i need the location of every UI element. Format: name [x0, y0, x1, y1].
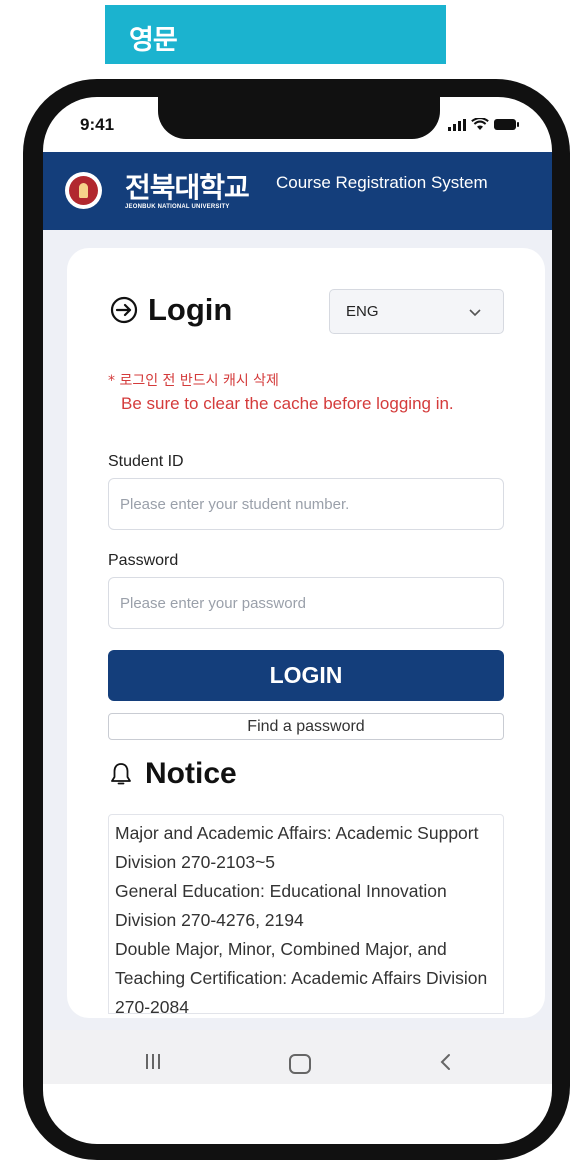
university-logo: [65, 172, 102, 209]
password-field[interactable]: [108, 577, 504, 629]
status-time: 9:41: [80, 115, 115, 134]
notice-line: Major and Academic Affairs: Academic Sup…: [115, 823, 479, 872]
login-heading: Login: [108, 292, 232, 328]
chevron-down-icon: [469, 309, 481, 317]
student-id-label: Student ID: [108, 453, 184, 470]
language-select-value: ENG: [346, 303, 379, 320]
signal-icon: [448, 118, 466, 131]
back-icon[interactable]: [438, 1051, 452, 1073]
password-label: Password: [108, 552, 179, 569]
system-title: Course Registration System: [276, 173, 488, 192]
status-icons: [448, 118, 519, 131]
student-id-field[interactable]: [108, 478, 504, 530]
battery-icon: [494, 119, 519, 130]
phone-notch: [158, 96, 440, 139]
recent-apps-icon[interactable]: [146, 1054, 160, 1069]
notice-title: Notice: [145, 757, 237, 790]
university-name-en: JEONBUK NATIONAL UNIVERSITY: [125, 204, 230, 210]
find-password-button[interactable]: Find a password: [108, 713, 504, 740]
password-input[interactable]: [109, 578, 503, 628]
login-title: Login: [148, 292, 233, 327]
app-header: 전북대학교 JEONBUK NATIONAL UNIVERSITY Course…: [43, 152, 552, 230]
wifi-icon: [471, 118, 489, 130]
language-label-banner: 영문: [105, 5, 446, 64]
notice-line: Double Major, Minor, Combined Major, and…: [115, 939, 488, 1014]
university-name: 전북대학교: [125, 171, 250, 204]
cache-warning-ko: * 로그인 전 반드시 캐시 삭제: [108, 373, 279, 389]
arrow-in-circle-icon: [110, 296, 138, 324]
language-label-text: 영문: [129, 25, 178, 56]
notice-box: Major and Academic Affairs: Academic Sup…: [108, 814, 504, 1014]
student-id-input[interactable]: [109, 479, 503, 529]
notice-line: General Education: Educational Innovatio…: [115, 881, 447, 930]
cache-warning-en: Be sure to clear the cache before loggin…: [121, 394, 454, 413]
bell-icon: [111, 763, 131, 785]
language-select[interactable]: ENG: [329, 289, 504, 334]
notice-heading: Notice: [109, 757, 237, 791]
home-icon[interactable]: [289, 1054, 311, 1074]
login-button[interactable]: LOGIN: [108, 650, 504, 701]
